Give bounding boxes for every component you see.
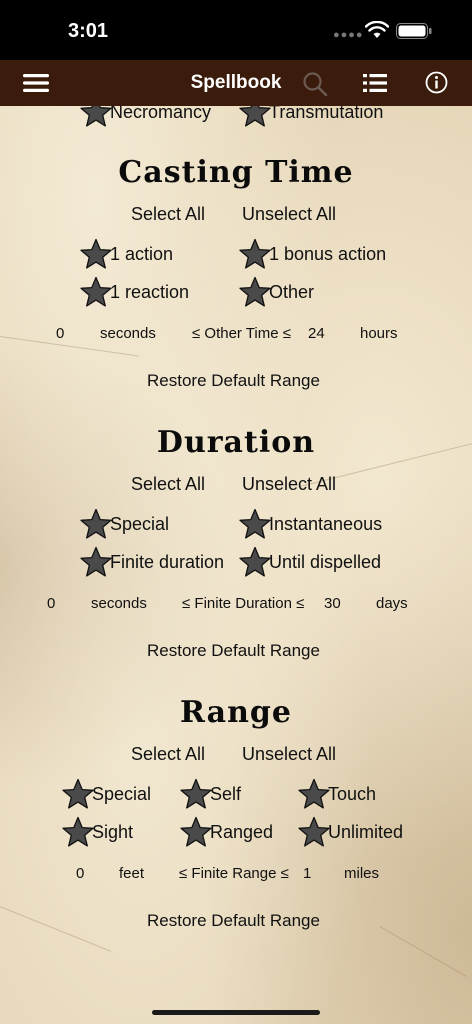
option-transmutation[interactable]: Transmutation (239, 106, 383, 128)
star-icon (298, 816, 330, 848)
range-unselect-all-button[interactable]: Unselect All (242, 744, 336, 765)
option-until-dispelled[interactable]: Until dispelled (239, 546, 381, 578)
duration-unselect-all-button[interactable]: Unselect All (242, 474, 336, 495)
home-indicator (152, 1010, 320, 1015)
star-icon (180, 778, 212, 810)
range-min-value-field[interactable]: 0 (76, 865, 84, 882)
option-range-special[interactable]: Special (62, 778, 151, 810)
casting-range-label: ≤ Other Time ≤ (192, 325, 291, 342)
option-other[interactable]: Other (239, 276, 314, 308)
casting-min-unit-selector[interactable]: seconds (100, 325, 156, 342)
range-select-all-button[interactable]: Select All (131, 744, 205, 765)
status-bar: 3:01 ●●●● (0, 0, 472, 60)
star-icon (80, 106, 112, 128)
duration-min-value-field[interactable]: 0 (47, 595, 55, 612)
star-icon (62, 778, 94, 810)
status-time: 3:01 (68, 20, 109, 42)
range-max-unit-selector[interactable]: miles (344, 865, 379, 882)
range-title: Range (180, 695, 292, 730)
range-range-label: ≤ Finite Range ≤ (179, 865, 289, 882)
star-icon (62, 816, 94, 848)
star-icon (80, 508, 112, 540)
duration-select-all-button[interactable]: Select All (131, 474, 205, 495)
option-unlimited[interactable]: Unlimited (298, 816, 403, 848)
casting-min-value-field[interactable]: 0 (56, 325, 64, 342)
option-duration-special[interactable]: Special (80, 508, 169, 540)
star-icon (80, 238, 112, 270)
casting-restore-default-button[interactable]: Restore Default Range (147, 371, 320, 391)
star-icon (298, 778, 330, 810)
parchment-crease (0, 906, 112, 952)
nav-title: Spellbook (190, 72, 282, 93)
duration-max-value-field[interactable]: 30 (324, 595, 341, 612)
star-icon (80, 546, 112, 578)
star-icon (180, 816, 212, 848)
range-max-value-field[interactable]: 1 (303, 865, 311, 882)
star-icon (80, 276, 112, 308)
duration-range-label: ≤ Finite Duration ≤ (182, 595, 305, 612)
option-self[interactable]: Self (180, 778, 241, 810)
duration-max-unit-selector[interactable]: days (376, 595, 408, 612)
nav-bar: Spellbook (0, 60, 472, 106)
option-1-bonus-action[interactable]: 1 bonus action (239, 238, 386, 270)
option-touch[interactable]: Touch (298, 778, 376, 810)
list-view-icon[interactable] (363, 73, 387, 93)
option-instantaneous[interactable]: Instantaneous (239, 508, 382, 540)
range-restore-default-button[interactable]: Restore Default Range (147, 911, 320, 931)
star-icon (239, 508, 271, 540)
option-1-reaction[interactable]: 1 reaction (80, 276, 189, 308)
casting-unselect-all-button[interactable]: Unselect All (242, 204, 336, 225)
option-1-action[interactable]: 1 action (80, 238, 173, 270)
option-necromancy[interactable]: Necromancy (80, 106, 211, 128)
star-icon (239, 276, 271, 308)
casting-time-title: Casting Time (118, 155, 354, 190)
duration-restore-default-button[interactable]: Restore Default Range (147, 641, 320, 661)
star-icon (239, 546, 271, 578)
star-icon (239, 106, 271, 128)
info-icon[interactable] (425, 71, 448, 94)
range-min-unit-selector[interactable]: feet (119, 865, 144, 882)
casting-select-all-button[interactable]: Select All (131, 204, 205, 225)
casting-max-value-field[interactable]: 24 (308, 325, 325, 342)
signal-icon: ●●●● (333, 29, 364, 41)
duration-title: Duration (156, 425, 316, 460)
filter-panel: Necromancy Transmutation Casting Time Se… (0, 106, 472, 1024)
option-ranged[interactable]: Ranged (180, 816, 273, 848)
star-icon (239, 238, 271, 270)
search-icon[interactable] (302, 71, 328, 97)
duration-min-unit-selector[interactable]: seconds (91, 595, 147, 612)
battery-icon (396, 23, 432, 39)
wifi-icon (365, 21, 389, 38)
option-sight[interactable]: Sight (62, 816, 133, 848)
option-finite-duration[interactable]: Finite duration (80, 546, 224, 578)
parchment-crease (379, 926, 467, 977)
casting-max-unit-selector[interactable]: hours (360, 325, 398, 342)
